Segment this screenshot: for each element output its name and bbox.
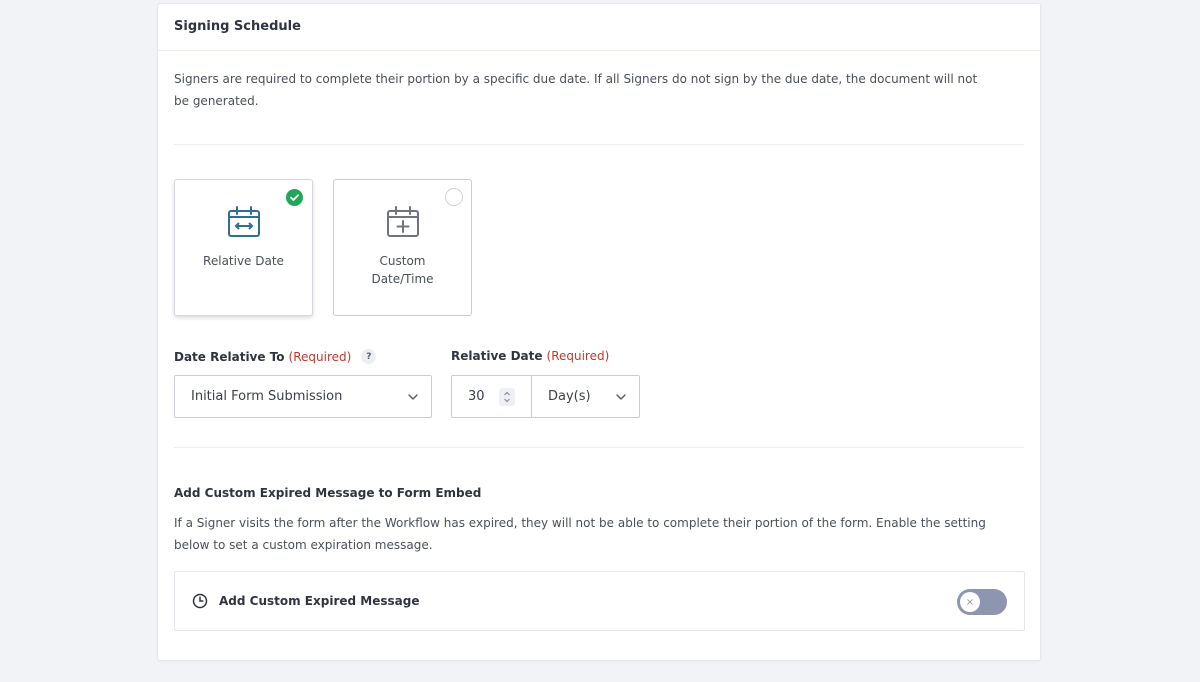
chevron-down-icon [408, 394, 418, 400]
relative-date-unit-value: Day(s) [548, 389, 591, 404]
relative-date-unit-select[interactable]: Day(s) [531, 375, 640, 418]
required-marker: (Required) [546, 349, 610, 363]
panel-title: Signing Schedule [174, 19, 301, 34]
option-custom-date-time[interactable]: Custom Date/Time [333, 179, 472, 316]
stepper-arrows-icon [504, 391, 510, 403]
custom-expired-message-row: Add Custom Expired Message × [174, 571, 1025, 631]
option-custom-date-time-label: Custom Date/Time [371, 254, 434, 286]
selected-check-icon [286, 189, 303, 206]
custom-expired-message-toggle[interactable]: × [957, 589, 1007, 615]
date-relative-to-select[interactable]: Initial Form Submission [174, 375, 432, 418]
relative-date-label: Relative Date (Required) [451, 349, 609, 363]
custom-expired-message-label: Add Custom Expired Message [219, 594, 420, 608]
expired-message-description: If a Signer visits the form after the Wo… [174, 516, 986, 552]
toggle-off-x-icon: × [960, 592, 980, 612]
divider [174, 144, 1024, 145]
divider [174, 447, 1024, 448]
calendar-arrows-icon [227, 206, 260, 237]
expired-message-title: Add Custom Expired Message to Form Embed [174, 486, 482, 500]
help-icon[interactable]: ? [361, 349, 377, 364]
option-relative-date[interactable]: Relative Date [174, 179, 313, 316]
chevron-down-icon [616, 394, 626, 400]
relative-date-amount-value: 30 [468, 389, 485, 404]
date-relative-to-value: Initial Form Submission [191, 389, 343, 404]
number-stepper[interactable] [499, 388, 515, 406]
relative-date-amount-input[interactable]: 30 [451, 375, 532, 418]
required-marker: (Required) [288, 349, 352, 364]
signing-schedule-panel: Signing Schedule Signers are required to… [157, 3, 1041, 661]
unselected-radio-icon [445, 188, 463, 206]
relative-date-label-text: Relative Date [451, 349, 543, 363]
date-relative-to-label: Date Relative To (Required) ? [174, 349, 377, 364]
clock-icon [192, 593, 208, 609]
option-relative-date-label: Relative Date [203, 254, 284, 268]
date-relative-to-label-text: Date Relative To [174, 349, 285, 364]
panel-intro-text: Signers are required to complete their p… [174, 72, 978, 108]
calendar-plus-icon [386, 206, 419, 237]
panel-header: Signing Schedule [158, 4, 1040, 51]
